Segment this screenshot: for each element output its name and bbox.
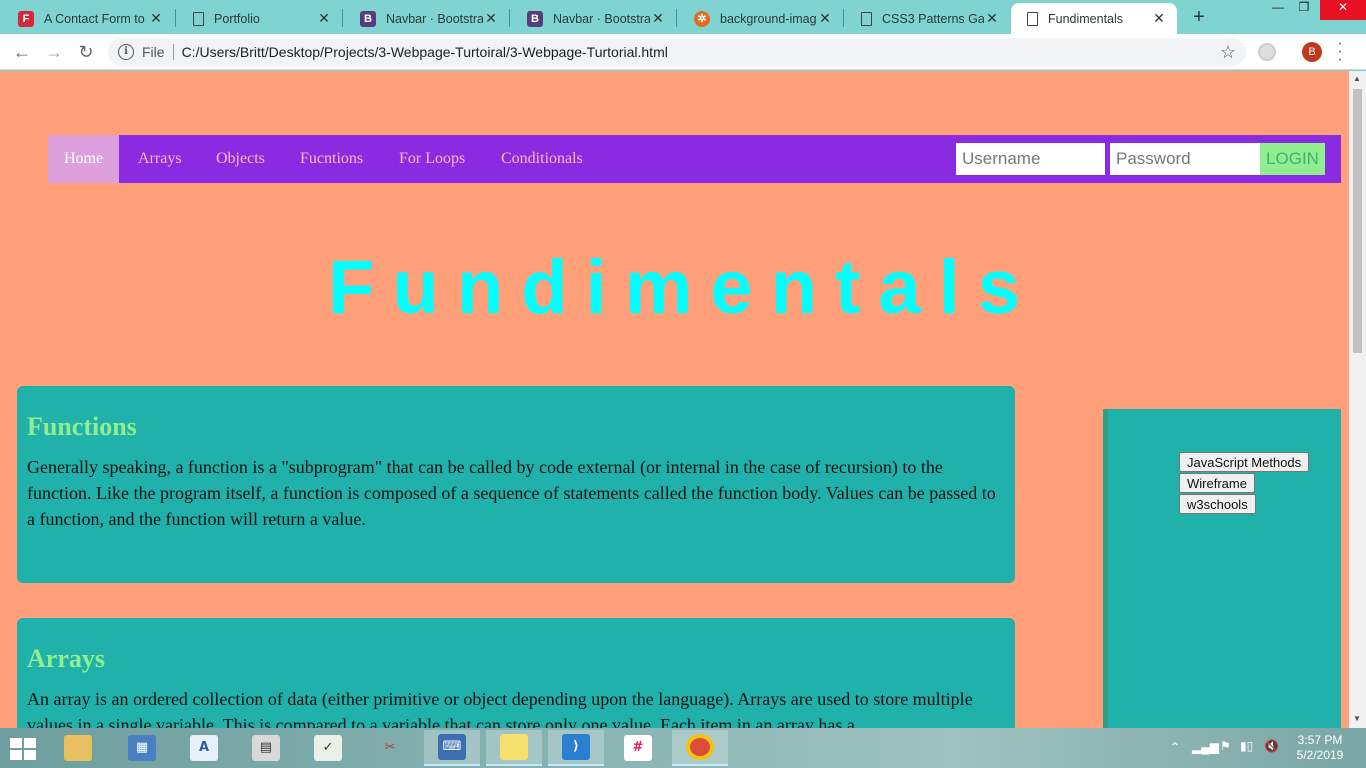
page-icon — [1027, 11, 1038, 26]
card-heading: Arrays — [27, 644, 105, 673]
nav-link-for-loops[interactable]: For Loops — [383, 135, 481, 183]
network-signal-icon[interactable]: ▂▄▆ — [1192, 740, 1219, 768]
menu-kebab-icon[interactable]: · · · — [1336, 36, 1344, 68]
close-icon[interactable]: ✕ — [650, 10, 666, 27]
tab-title: Portfolio — [214, 11, 260, 26]
browser-toolbar: ← → ↻ i File C:/Users/Britt/Desktop/Proj… — [0, 34, 1366, 70]
page-scrollbar[interactable]: ▲ ▼ — [1349, 71, 1366, 728]
browser-tab[interactable]: CSS3 Patterns Galle ✕ — [845, 3, 1010, 34]
info-icon[interactable]: i — [118, 44, 134, 60]
browser-tab-strip: F A Contact Form to ✕ Portfolio ✕ B Navb… — [0, 0, 1366, 34]
tab-divider — [509, 9, 510, 27]
w3schools-button[interactable]: w3schools — [1179, 494, 1256, 514]
scroll-down-arrow-icon[interactable]: ▼ — [1353, 714, 1361, 723]
username-input[interactable] — [956, 143, 1105, 175]
close-icon[interactable]: ✕ — [148, 10, 164, 27]
nav-link-conditionals[interactable]: Conditionals — [485, 135, 599, 183]
action-center-flag-icon[interactable]: ⚑ — [1220, 739, 1231, 768]
formstack-icon: F — [18, 10, 34, 27]
tab-divider — [676, 9, 677, 27]
card-body: Generally speaking, a function is a "sub… — [27, 457, 996, 529]
bookmark-star-icon[interactable]: ☆ — [1220, 42, 1236, 63]
bootstrap-icon: B — [527, 10, 543, 27]
windows-taskbar: ▦ A ▤ ✓ ✂ ⌨ ⟩ # ⌃ ▂▄▆ ⚑ ▮▯ 🔇 3:57 PM 5/2… — [0, 728, 1366, 768]
page-title: Fundimentals — [327, 245, 1039, 330]
close-icon[interactable]: ✕ — [483, 10, 499, 27]
profile-avatar[interactable]: B — [1302, 42, 1322, 62]
tab-title: CSS3 Patterns Galle — [882, 11, 984, 26]
chrome-icon[interactable] — [672, 730, 728, 766]
tab-title: Navbar · Bootstrap — [553, 11, 650, 26]
restore-button[interactable]: ❐ — [1292, 0, 1316, 20]
volume-muted-icon[interactable]: 🔇 — [1264, 739, 1279, 768]
browser-tab-active[interactable]: Fundimentals ✕ — [1011, 3, 1177, 34]
clock-time: 3:57 PM — [1297, 733, 1343, 747]
close-icon[interactable]: ✕ — [316, 10, 332, 27]
tab-title: background-image — [720, 11, 817, 26]
browser-tab[interactable]: B Navbar · Bootstrap ✕ — [511, 3, 676, 34]
mdn-icon: ✲ — [694, 10, 710, 27]
nav-link-functions[interactable]: Fucntions — [284, 135, 379, 183]
sticky-notes-icon[interactable] — [486, 730, 542, 766]
windows-start-icon[interactable] — [10, 738, 38, 760]
javascript-methods-button[interactable]: JavaScript Methods — [1179, 452, 1310, 472]
tab-divider — [843, 9, 844, 27]
snipping-tool-icon[interactable]: ✂ — [362, 730, 418, 766]
scrollbar-thumb[interactable] — [1353, 89, 1362, 353]
vscode-icon[interactable]: ⟩ — [548, 730, 604, 766]
tab-title: Fundimentals — [1048, 11, 1124, 26]
content-card-functions: Functions Generally speaking, a function… — [17, 386, 1015, 583]
file-explorer-icon[interactable] — [50, 730, 106, 766]
nav-link-objects[interactable]: Objects — [200, 135, 281, 183]
address-divider — [172, 44, 174, 60]
close-icon[interactable]: ✕ — [984, 10, 1000, 27]
nav-link-home[interactable]: Home — [48, 135, 120, 183]
password-input[interactable] — [1110, 143, 1260, 175]
site-navbar: Home Arrays Objects Fucntions For Loops … — [48, 135, 1341, 183]
close-icon[interactable]: ✕ — [817, 10, 833, 27]
reload-icon[interactable]: ↻ — [74, 40, 98, 64]
tab-title: Navbar · Bootstrap — [386, 11, 483, 26]
control-panel-icon[interactable]: ▦ — [114, 730, 170, 766]
minimize-button[interactable]: — — [1266, 0, 1290, 20]
address-url[interactable]: C:/Users/Britt/Desktop/Projects/3-Webpag… — [182, 44, 668, 60]
calculator-icon[interactable]: ▤ — [238, 730, 294, 766]
slack-icon[interactable]: # — [610, 730, 666, 766]
taskbar-clock[interactable]: 3:57 PM 5/2/2019 — [1290, 733, 1350, 763]
on-screen-keyboard-icon[interactable]: ⌨ — [424, 730, 480, 766]
back-arrow-icon[interactable]: ← — [10, 40, 34, 64]
tab-divider — [175, 9, 176, 27]
browser-tab[interactable]: ✲ background-image ✕ — [678, 3, 843, 34]
tab-title: A Contact Form to — [44, 11, 145, 26]
nav-link-arrays[interactable]: Arrays — [122, 135, 198, 183]
wordpad-icon[interactable]: A — [176, 730, 232, 766]
content-card-arrays: Arrays An array is an ordered collection… — [17, 618, 1015, 728]
login-button[interactable]: LOGIN — [1260, 143, 1325, 175]
bootstrap-icon: B — [360, 10, 376, 27]
browser-tab[interactable]: Portfolio ✕ — [177, 3, 342, 34]
page-icon — [193, 11, 204, 26]
page-icon — [861, 11, 872, 26]
address-bar[interactable]: i File C:/Users/Britt/Desktop/Projects/3… — [108, 38, 1246, 66]
card-heading: Functions — [27, 412, 137, 441]
close-icon[interactable]: ✕ — [1151, 10, 1167, 27]
clock-date: 5/2/2019 — [1296, 748, 1344, 762]
task-manager-icon[interactable]: ✓ — [300, 730, 356, 766]
window-close-button[interactable]: ✕ — [1320, 0, 1366, 20]
new-tab-button[interactable]: + — [1186, 6, 1212, 29]
extension-icon[interactable] — [1258, 43, 1276, 61]
wireframe-button[interactable]: Wireframe — [1179, 473, 1255, 493]
address-scheme: File — [142, 44, 165, 60]
forward-arrow-icon[interactable]: → — [42, 40, 66, 64]
power-icon[interactable]: ▮▯ — [1240, 739, 1253, 768]
sidebar-panel: JavaScript Methods Wireframe w3schools — [1103, 409, 1341, 728]
browser-tab[interactable]: B Navbar · Bootstrap ✕ — [344, 3, 509, 34]
browser-tab[interactable]: F A Contact Form to ✕ — [2, 3, 174, 34]
scroll-up-arrow-icon[interactable]: ▲ — [1353, 74, 1361, 83]
page-viewport: Home Arrays Objects Fucntions For Loops … — [0, 71, 1349, 728]
card-body: An array is an ordered collection of dat… — [27, 689, 973, 728]
tab-divider — [342, 9, 343, 27]
show-hidden-icons-chevron-icon[interactable]: ⌃ — [1170, 740, 1180, 768]
